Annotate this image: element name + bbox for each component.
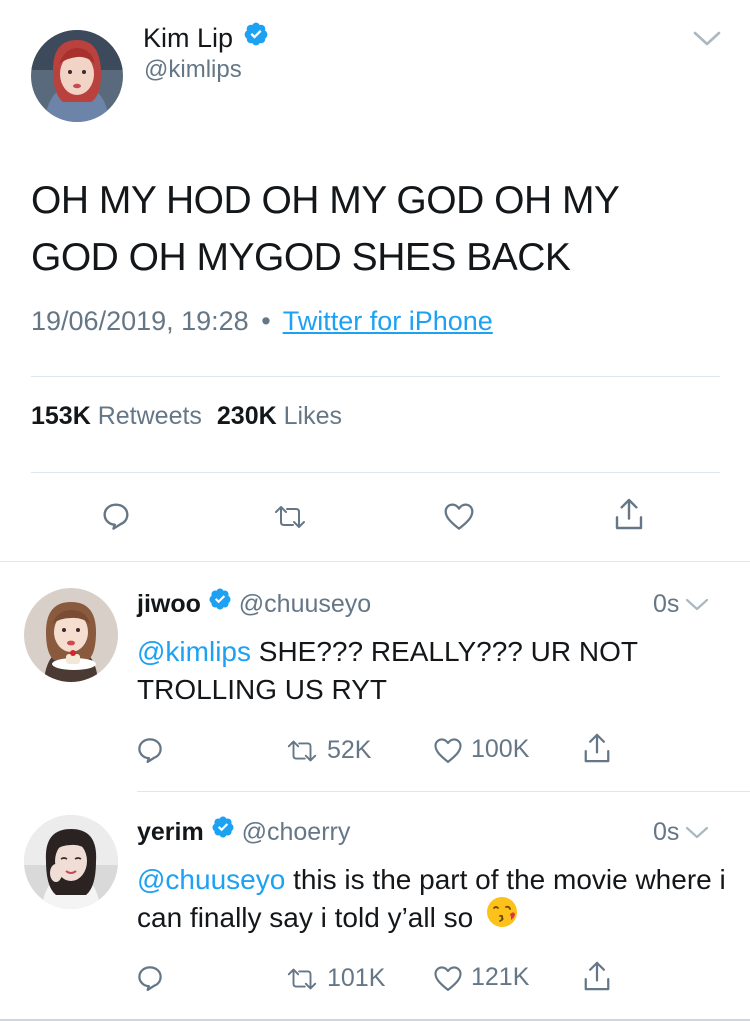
share-icon [613, 496, 645, 532]
divider [137, 791, 750, 792]
heart-icon [443, 501, 475, 531]
retweet-label: Retweets [97, 402, 202, 430]
mention-link[interactable]: @chuuseyo [137, 864, 285, 895]
retweet-icon [272, 504, 308, 530]
reply-icon [100, 500, 132, 532]
like-count: 100K [471, 735, 530, 763]
divider [0, 561, 750, 562]
share-button[interactable] [582, 959, 612, 993]
chevron-down-icon[interactable] [692, 30, 722, 53]
like-count: 121K [471, 963, 530, 991]
reply-time: 0s [653, 590, 680, 618]
share-icon [582, 731, 612, 765]
meta-separator: • [261, 306, 271, 336]
like-label: Likes [283, 402, 342, 430]
verified-badge-icon [243, 21, 269, 55]
share-button[interactable] [582, 731, 612, 765]
tweet-timestamp[interactable]: 19/06/2019, 19:28 [31, 306, 249, 336]
reply-author-row: yerim @choerry [137, 816, 350, 848]
divider [31, 472, 720, 473]
chevron-down-icon[interactable] [685, 588, 709, 620]
like-button[interactable]: 121K [433, 963, 529, 992]
tweet-meta: 19/06/2019, 19:28 • Twitter for iPhone [31, 306, 493, 337]
like-button[interactable]: 100K [433, 735, 529, 764]
reply-author-name[interactable]: yerim [137, 818, 204, 846]
reply-text: @kimlips SHE??? REALLY??? UR NOT TROLLIN… [137, 633, 717, 709]
retweet-count: 52K [327, 736, 372, 764]
reply-button[interactable] [135, 963, 165, 993]
reply-icon [135, 735, 165, 765]
like-count: 230K [216, 402, 277, 430]
reply-time: 0s [653, 818, 680, 846]
reply-author-handle[interactable]: @choerry [242, 818, 351, 846]
verified-badge-icon [211, 815, 235, 847]
retweet-button[interactable]: 52K [285, 736, 371, 765]
divider [31, 376, 720, 377]
kissing-face-emoji-icon [485, 895, 519, 939]
share-icon [582, 959, 612, 993]
yerim-avatar[interactable] [24, 815, 118, 909]
reply-author-name[interactable]: jiwoo [137, 590, 201, 618]
retweet-icon [285, 966, 319, 992]
heart-icon [433, 736, 463, 764]
jiwoo-avatar[interactable] [24, 588, 118, 682]
verified-badge-icon [208, 587, 232, 619]
like-button[interactable] [443, 501, 475, 531]
author-row: Kim Lip [143, 21, 269, 55]
reply-time-row: 0s [653, 816, 709, 848]
share-button[interactable] [613, 496, 645, 532]
author-handle[interactable]: @kimlips [144, 56, 242, 84]
heart-icon [433, 964, 463, 992]
mention-link[interactable]: @kimlips [137, 636, 251, 667]
reply-text: @chuuseyo this is the part of the movie … [137, 861, 732, 939]
retweet-button[interactable]: 101K [285, 964, 385, 993]
chevron-down-icon[interactable] [685, 816, 709, 848]
tweet-text: OH MY HOD OH MY GOD OH MY GOD OH MYGOD S… [31, 179, 619, 279]
retweet-count: 101K [327, 964, 386, 992]
retweet-icon [285, 738, 319, 764]
kim-lip-avatar[interactable] [31, 30, 123, 122]
tweet-source-link[interactable]: Twitter for iPhone [283, 306, 493, 336]
reply-icon [135, 963, 165, 993]
reply-button[interactable] [135, 735, 165, 765]
reply-time-row: 0s [653, 588, 709, 620]
retweet-stat[interactable]: 153K Retweets [31, 402, 202, 430]
reply-author-row: jiwoo @chuuseyo [137, 588, 371, 620]
retweet-button[interactable] [272, 504, 308, 530]
author-name[interactable]: Kim Lip [143, 23, 233, 53]
like-stat[interactable]: 230K Likes [217, 402, 342, 430]
reply-button[interactable] [100, 500, 132, 532]
retweet-count: 153K [31, 402, 91, 430]
reply-author-handle[interactable]: @chuuseyo [239, 590, 371, 618]
engagement-stats: 153K Retweets 230K Likes [31, 402, 342, 431]
